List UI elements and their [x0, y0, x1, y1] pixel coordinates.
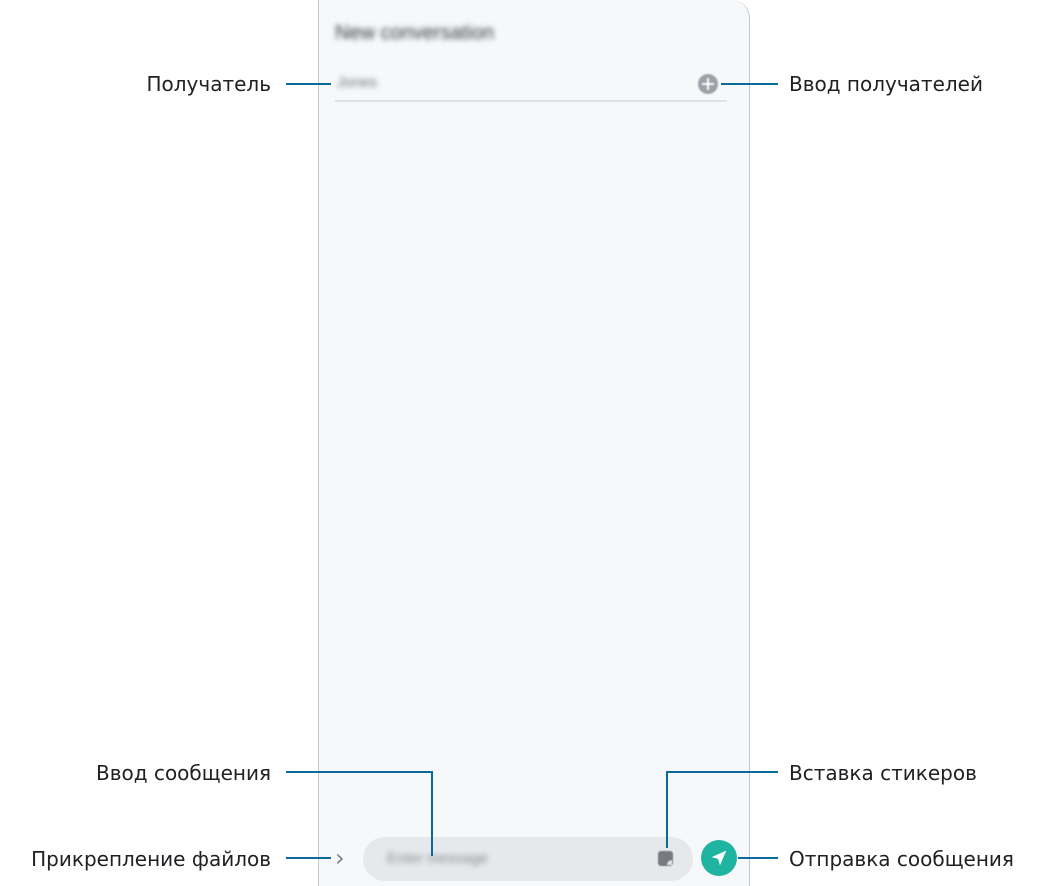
sticker-icon[interactable]	[658, 851, 673, 866]
messages-screen: New conversation Jones › Enter message	[318, 0, 750, 886]
plus-circle-icon[interactable]	[698, 74, 718, 94]
chevron-right-icon[interactable]: ›	[335, 846, 355, 870]
page-title: New conversation	[335, 22, 494, 44]
send-icon	[711, 850, 727, 866]
send-button[interactable]	[701, 840, 737, 876]
callout-add-recipients: Ввод получателей	[789, 72, 983, 96]
callout-recipient: Получатель	[146, 72, 272, 96]
callout-attach-files: Прикрепление файлов	[31, 847, 271, 871]
message-input[interactable]: Enter message	[363, 837, 693, 881]
message-placeholder: Enter message	[387, 850, 488, 867]
recipient-underline	[335, 100, 727, 102]
recipient-field[interactable]: Jones	[337, 74, 377, 91]
callout-send: Отправка сообщения	[789, 847, 1014, 871]
callout-message-input: Ввод сообщения	[96, 761, 271, 785]
callout-sticker: Вставка стикеров	[789, 761, 977, 785]
